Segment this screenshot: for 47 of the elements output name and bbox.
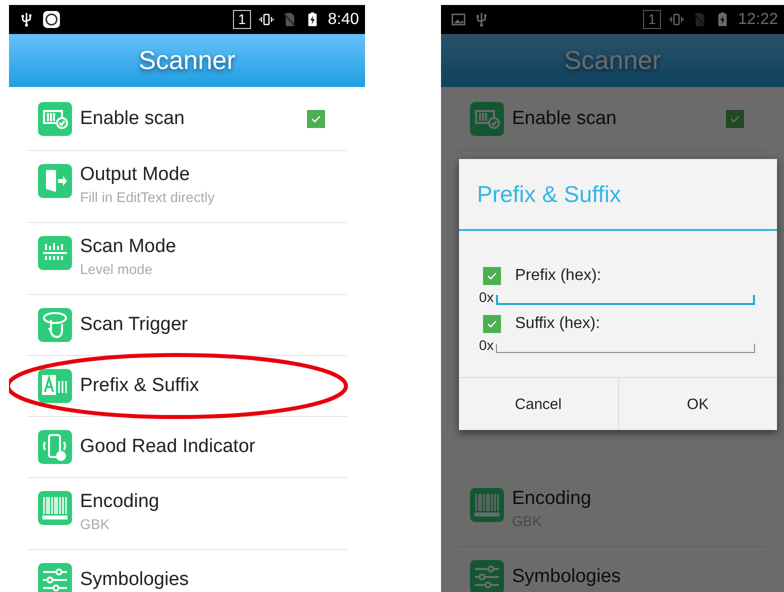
setting-title[interactable]: Encoding [512, 488, 766, 510]
setting-summary: Level mode [80, 261, 154, 277]
barcode-check-icon [38, 102, 72, 136]
status-time: 8:40 [328, 10, 359, 28]
vibrate-icon [668, 12, 684, 27]
phone-sound-icon [38, 430, 72, 464]
barcode-icon [38, 491, 72, 525]
hex-prefix: 0x [479, 289, 494, 305]
sim-slot-indicator: 1 [643, 10, 661, 29]
setting-title[interactable]: Good Read Indicator [80, 436, 347, 458]
letter-a-bars-icon [38, 369, 72, 403]
setting-title[interactable]: Symbologies [80, 569, 347, 591]
setting-title[interactable]: Scan Trigger [80, 314, 347, 336]
checkbox[interactable] [726, 110, 744, 128]
setting-title[interactable]: Scan Mode [80, 236, 347, 258]
hand-scan-icon [38, 308, 72, 342]
app-notification-icon [42, 10, 61, 29]
setting-summary: GBK [80, 516, 111, 532]
barcode-icon [470, 488, 504, 522]
hex-input-field[interactable] [496, 344, 755, 353]
option-label: Prefix (hex): [515, 267, 602, 285]
setting-title[interactable]: Symbologies [512, 566, 766, 588]
setting-title[interactable]: Enable scan [80, 108, 299, 130]
checkbox[interactable] [307, 110, 325, 128]
dialog-button[interactable]: OK [618, 378, 777, 430]
checkbox[interactable] [483, 315, 501, 333]
status-time: 12:22 [738, 10, 778, 28]
checkbox[interactable] [483, 267, 501, 285]
setting-summary: Fill in EditText directly [80, 189, 216, 205]
usb-icon [19, 12, 34, 27]
setting-title[interactable]: Enable scan [512, 108, 718, 130]
setting-title[interactable]: Output Mode [80, 164, 347, 186]
dialog-title: Prefix & Suffix [459, 159, 777, 231]
dialog-button[interactable]: Cancel [459, 378, 618, 430]
hex-prefix: 0x [479, 337, 494, 353]
usb-icon [474, 12, 489, 27]
option-label: Suffix (hex): [515, 315, 600, 333]
no-sim-icon [282, 12, 297, 27]
setting-title[interactable]: Encoding [80, 491, 347, 513]
app-header: Scanner [441, 34, 784, 87]
barcode-check-icon [470, 102, 504, 136]
vibrate-icon [258, 12, 274, 27]
app-header: Scanner [9, 34, 365, 87]
hex-input-field[interactable] [496, 295, 755, 305]
no-sim-icon [692, 12, 707, 27]
sim-slot-indicator: 1 [233, 10, 251, 29]
image-icon [451, 12, 466, 27]
